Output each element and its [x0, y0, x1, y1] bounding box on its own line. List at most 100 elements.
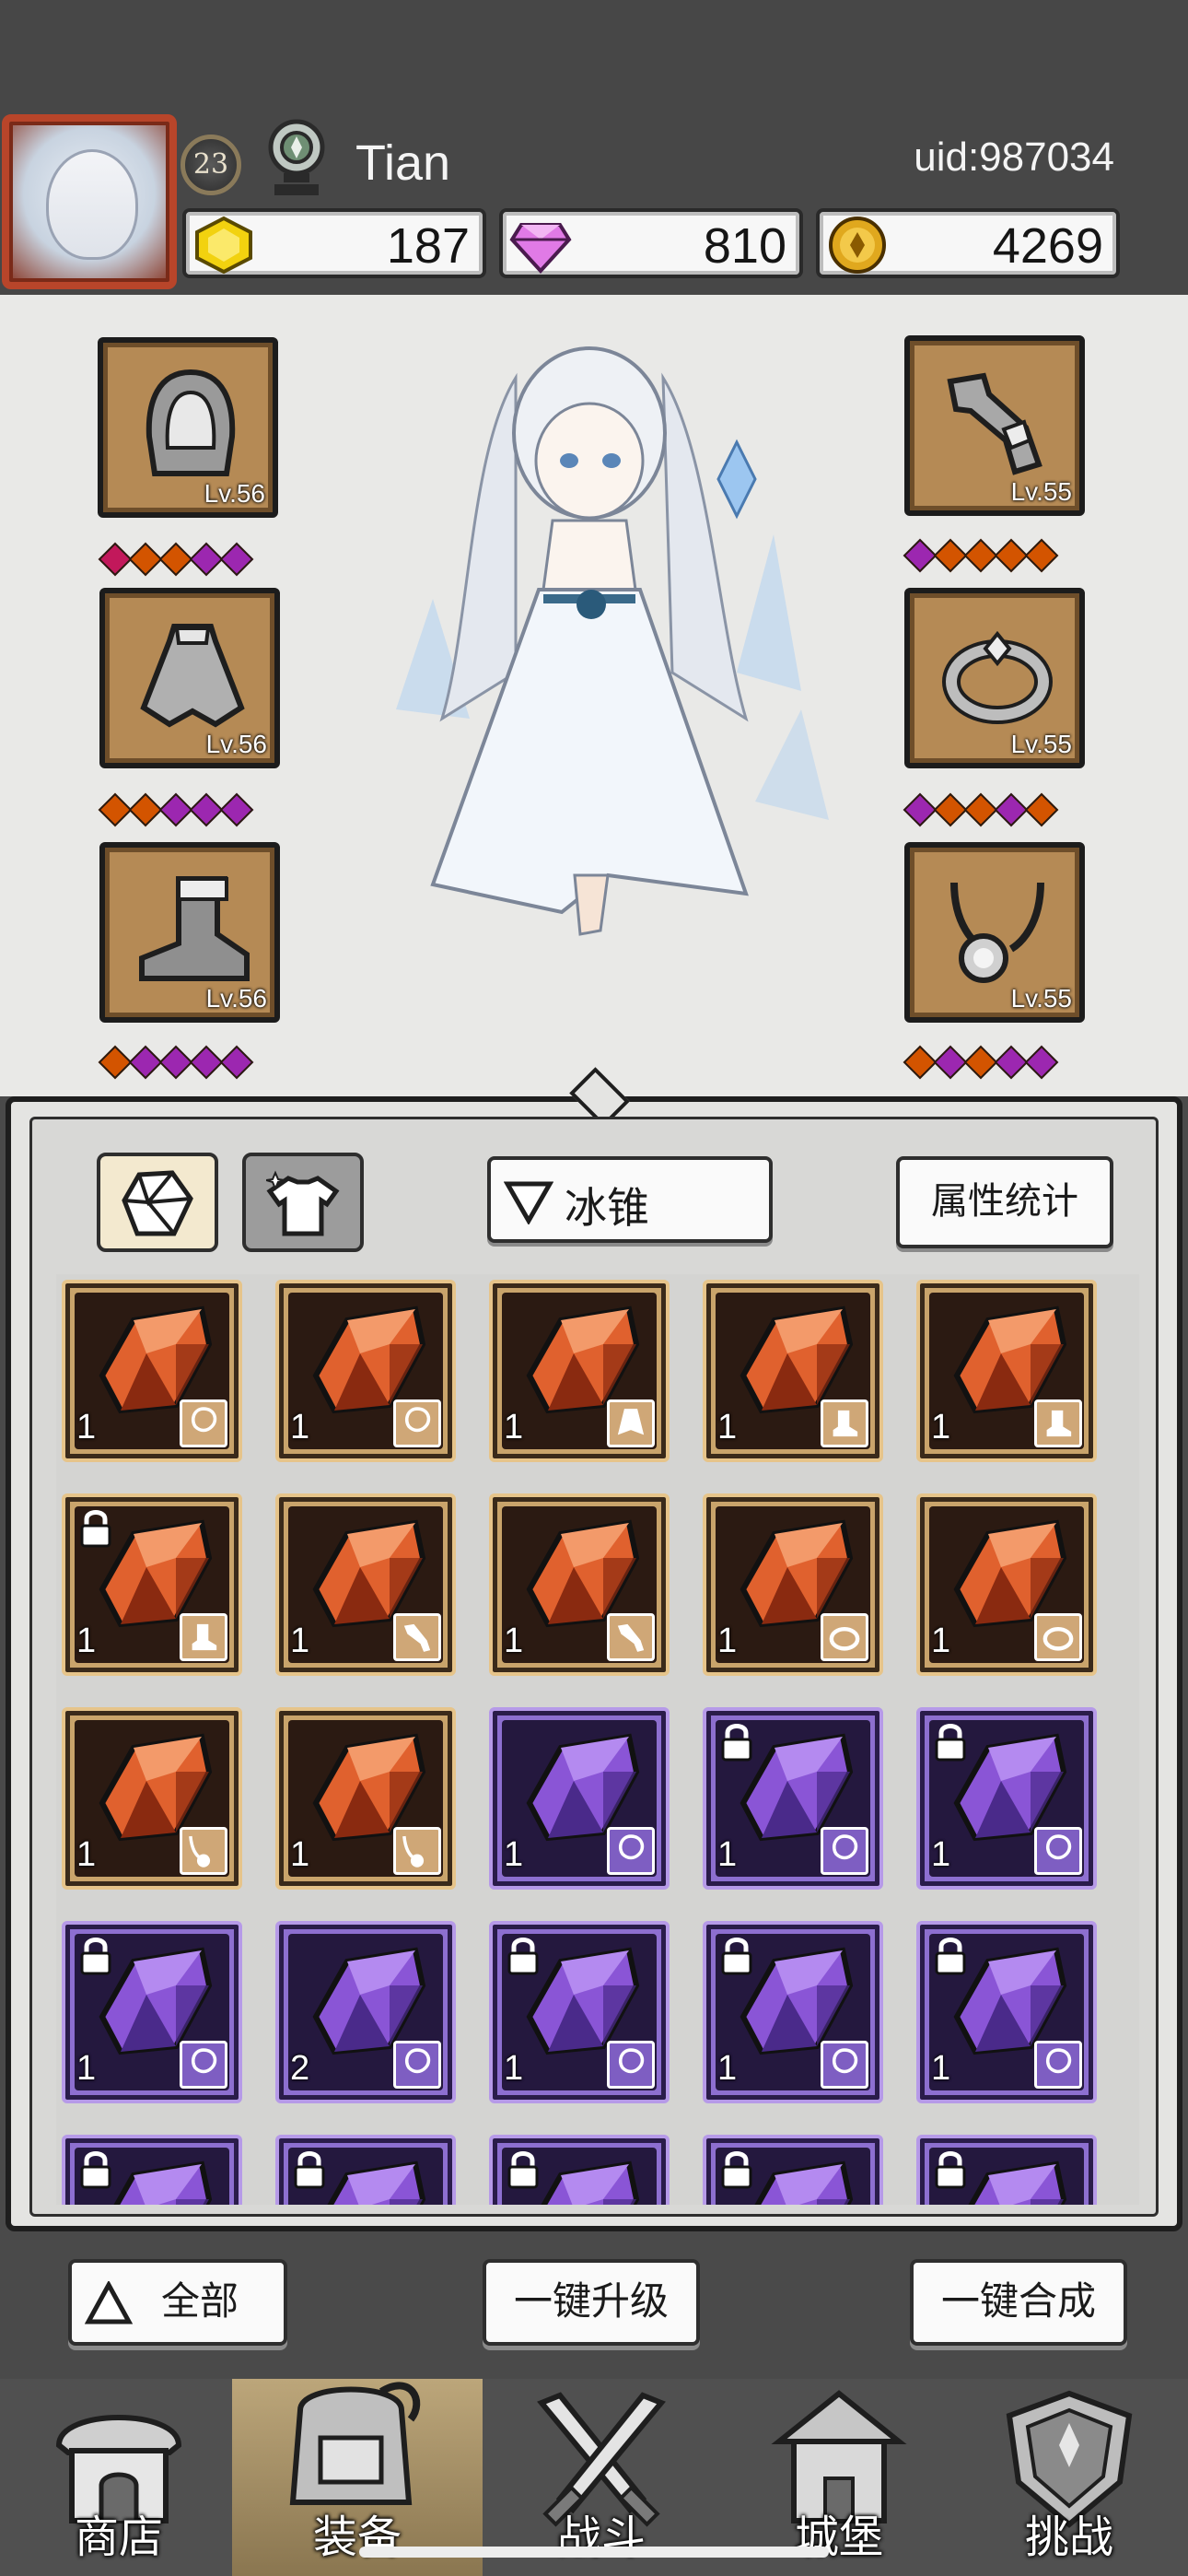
diamond-counter[interactable]: 810: [499, 208, 803, 278]
upgrade-all-button[interactable]: 一键升级: [483, 2259, 700, 2346]
lock-icon: [294, 2151, 325, 2189]
gem-slot: [219, 792, 254, 827]
equip-level: Lv.55: [1010, 477, 1072, 506]
gem-slot: [98, 542, 133, 577]
inventory-item[interactable]: 1: [916, 1493, 1097, 1676]
top-header: 23 Tian uid:987034 187 810 4269: [0, 0, 1188, 295]
sort-all-label: 全部: [160, 2278, 239, 2324]
ring-type-icon: [821, 1613, 868, 1661]
player-level-badge: 23: [181, 135, 241, 195]
gem-slot: [994, 538, 1029, 573]
inventory-grid[interactable]: 1 1 1 1 1 1 1 1 1 1 1 1 1 1 1 1 2 1 1 1: [56, 1274, 1139, 2205]
gem-slot: [189, 792, 224, 827]
gem-slot: [903, 792, 938, 827]
chevron-up-icon: [85, 2281, 133, 2324]
inventory-item[interactable]: 1: [703, 1280, 883, 1462]
relic-type-icon: [1034, 1827, 1082, 1875]
equip-level: Lv.56: [205, 984, 267, 1013]
nav-shop[interactable]: 商店: [0, 2379, 238, 2576]
item-count: 1: [76, 1622, 97, 1660]
necklace-type-icon: [180, 1827, 227, 1875]
type-filter-dropdown[interactable]: 冰锥: [487, 1156, 773, 1243]
gem-slot: [128, 542, 163, 577]
stats-button[interactable]: 属性统计: [896, 1156, 1113, 1248]
bracer-type-icon: [607, 1613, 655, 1661]
gem-row-cloak: [98, 792, 254, 827]
lock-icon: [935, 1938, 966, 1975]
inventory-item[interactable]: [916, 2135, 1097, 2205]
coin-counter[interactable]: 4269: [816, 208, 1120, 278]
hood-icon: [146, 369, 236, 476]
gem-slot: [98, 1045, 133, 1080]
hero-character-image: [396, 346, 829, 936]
inventory-item[interactable]: 1: [62, 1493, 242, 1676]
equip-slot-ring[interactable]: Lv.55: [904, 588, 1085, 768]
lock-icon: [80, 2151, 111, 2189]
inventory-item[interactable]: 1: [703, 1707, 883, 1890]
equip-slot-necklace[interactable]: Lv.55: [904, 842, 1085, 1023]
home-indicator[interactable]: [359, 2547, 829, 2558]
inventory-item[interactable]: 1: [703, 1921, 883, 2103]
inventory-item[interactable]: [489, 2135, 670, 2205]
merge-all-button[interactable]: 一键合成: [910, 2259, 1127, 2346]
inventory-item[interactable]: 1: [62, 1707, 242, 1890]
inventory-item[interactable]: 1: [489, 1707, 670, 1890]
gem-slot: [1024, 538, 1059, 573]
inventory-item[interactable]: 1: [275, 1493, 456, 1676]
boot-type-icon: [821, 1399, 868, 1447]
equip-slot-boot[interactable]: Lv.56: [99, 842, 280, 1023]
lock-icon: [721, 1938, 752, 1975]
item-count: 1: [76, 1835, 97, 1874]
equip-slot-cloak[interactable]: Lv.56: [99, 588, 280, 768]
nav-challenge[interactable]: 挑战: [950, 2379, 1188, 2576]
gem-slot: [219, 1045, 254, 1080]
ring-icon: [942, 630, 1053, 724]
crystal-outline-icon: [122, 1170, 193, 1236]
rank-trophy-icon[interactable]: [260, 116, 333, 201]
inventory-item[interactable]: 1: [62, 1921, 242, 2103]
nav-challenge-label: 挑战: [1024, 2512, 1113, 2563]
necklace-icon: [950, 882, 1044, 983]
gem-slot: [1024, 1045, 1059, 1080]
inventory-item[interactable]: 1: [489, 1493, 670, 1676]
item-count: 1: [717, 2049, 738, 2088]
inventory-item[interactable]: [703, 2135, 883, 2205]
item-count: 1: [504, 1835, 524, 1874]
inventory-item[interactable]: 1: [62, 1280, 242, 1462]
gem-slot: [903, 1045, 938, 1080]
inventory-item[interactable]: 1: [703, 1493, 883, 1676]
player-avatar[interactable]: [2, 114, 177, 289]
relic-type-icon: [393, 1399, 441, 1447]
inventory-item[interactable]: 1: [489, 1921, 670, 2103]
bracer-type-icon: [393, 1613, 441, 1661]
sort-all-button[interactable]: 全部: [68, 2259, 287, 2346]
inventory-panel: 冰锥 属性统计 1 1 1 1 1 1 1 1 1 1 1 1 1 1 1 1 2 1 1 1: [6, 1067, 1182, 2231]
gem-slot: [903, 538, 938, 573]
tab-costumes[interactable]: [242, 1153, 364, 1252]
inventory-item[interactable]: 1: [275, 1280, 456, 1462]
inventory-item[interactable]: [275, 2135, 456, 2205]
inventory-item[interactable]: 1: [916, 1280, 1097, 1462]
equip-slot-hood[interactable]: Lv.56: [98, 337, 278, 518]
inventory-item[interactable]: 1: [916, 1707, 1097, 1890]
inventory-item[interactable]: 1: [275, 1707, 456, 1890]
lock-icon: [507, 2151, 539, 2189]
item-count: 2: [290, 2049, 310, 2088]
ring-type-icon: [1034, 1613, 1082, 1661]
tab-relics[interactable]: [97, 1153, 218, 1252]
gem-slot: [189, 542, 224, 577]
equip-slot-bracer[interactable]: Lv.55: [904, 335, 1085, 516]
inventory-item[interactable]: 2: [275, 1921, 456, 2103]
necklace-type-icon: [393, 1827, 441, 1875]
relic-type-icon: [821, 2041, 868, 2089]
gold-gem-counter[interactable]: 187: [182, 208, 486, 278]
inventory-item[interactable]: [62, 2135, 242, 2205]
bracer-icon: [947, 372, 1042, 475]
lock-icon: [935, 1724, 966, 1762]
inventory-item[interactable]: 1: [489, 1280, 670, 1462]
relic-type-icon: [607, 1827, 655, 1875]
inventory-item[interactable]: 1: [916, 1921, 1097, 2103]
lock-icon: [80, 1938, 111, 1975]
gem-slot: [158, 792, 193, 827]
item-count: 1: [504, 1408, 524, 1446]
